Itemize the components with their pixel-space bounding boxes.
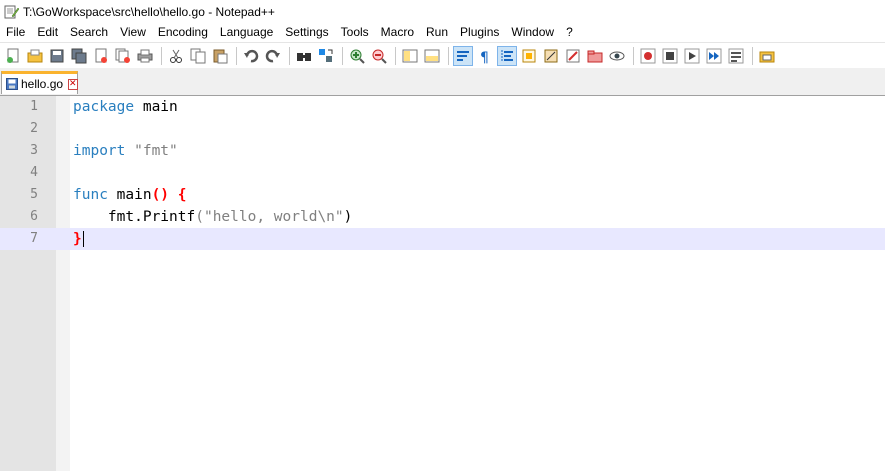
new-file-icon[interactable]: [4, 47, 22, 65]
identifier: main: [134, 99, 178, 115]
line-text: fmt.Printf("hello, world\n"): [73, 206, 352, 228]
current-line: 7 }: [0, 228, 885, 250]
find-icon[interactable]: [295, 47, 313, 65]
function-list-icon[interactable]: [542, 47, 560, 65]
sync-vertical-icon[interactable]: [401, 47, 419, 65]
menu-view[interactable]: View: [114, 23, 152, 42]
word-wrap-icon[interactable]: [453, 46, 473, 66]
parens: (): [151, 187, 170, 203]
save-icon[interactable]: [48, 47, 66, 65]
replace-icon[interactable]: [317, 47, 335, 65]
sync-horizontal-icon[interactable]: [423, 47, 441, 65]
menu-edit[interactable]: Edit: [31, 23, 64, 42]
indent-guide-icon[interactable]: [497, 46, 517, 66]
line-number: 4: [30, 165, 38, 180]
keyword: package: [73, 99, 135, 115]
code-line: 4: [0, 162, 885, 184]
tab-label: hello.go: [21, 77, 64, 91]
tab-bar: hello.go ✕: [0, 68, 885, 96]
text-caret: [82, 231, 84, 247]
tab-hello-go[interactable]: hello.go ✕: [1, 71, 78, 94]
line-number: 7: [30, 231, 38, 246]
copy-icon[interactable]: [189, 47, 207, 65]
play-macro-icon[interactable]: [683, 47, 701, 65]
launch-in-browser-icon[interactable]: [758, 47, 776, 65]
saved-file-icon: [6, 78, 18, 90]
toolbar-separator: [448, 47, 449, 65]
code-line: 5 func main() {: [0, 184, 885, 206]
save-macro-icon[interactable]: [727, 47, 745, 65]
toolbar-separator: [395, 47, 396, 65]
line-text: func main() {: [73, 184, 187, 206]
line-text: import "fmt": [73, 140, 178, 162]
notepad-plus-plus-icon: [3, 4, 20, 20]
close-all-icon[interactable]: [114, 47, 132, 65]
string-literal: "hello, world\n": [203, 209, 344, 225]
run-macro-multiple-icon[interactable]: [705, 47, 723, 65]
toolbar-separator: [752, 47, 753, 65]
monitoring-icon[interactable]: [608, 47, 626, 65]
toolbar: ¶: [0, 42, 885, 69]
close-brace: }: [73, 231, 82, 247]
function-call: fmt.Printf: [107, 209, 196, 225]
menu-plugins[interactable]: Plugins: [454, 23, 505, 42]
menu-tools[interactable]: Tools: [335, 23, 375, 42]
menu-run[interactable]: Run: [420, 23, 454, 42]
undo-icon[interactable]: [242, 47, 260, 65]
code-line: 1 package main: [0, 96, 885, 118]
paste-icon[interactable]: [211, 47, 229, 65]
line-number: 6: [30, 209, 38, 224]
record-macro-icon[interactable]: [639, 47, 657, 65]
folder-as-workspace-icon[interactable]: [564, 47, 582, 65]
menu-help[interactable]: ?: [560, 23, 579, 42]
toolbar-separator: [236, 47, 237, 65]
cut-icon[interactable]: [167, 47, 185, 65]
menu-encoding[interactable]: Encoding: [152, 23, 214, 42]
identifier: main: [107, 187, 152, 203]
string-literal: "fmt": [125, 143, 178, 159]
open-file-icon[interactable]: [26, 47, 44, 65]
title-bar: T:\GoWorkspace\src\hello\hello.go - Note…: [0, 0, 885, 23]
toolbar-separator: [342, 47, 343, 65]
menu-macro[interactable]: Macro: [375, 23, 420, 42]
menu-file[interactable]: File: [0, 23, 31, 42]
toolbar-separator: [633, 47, 634, 65]
zoom-out-icon[interactable]: [370, 47, 388, 65]
open-brace: {: [177, 187, 187, 203]
code-line: 3 import "fmt": [0, 140, 885, 162]
menu-bar: File Edit Search View Encoding Language …: [0, 23, 885, 42]
show-all-chars-icon[interactable]: ¶: [476, 47, 494, 65]
toolbar-separator: [161, 47, 162, 65]
save-all-icon[interactable]: [70, 47, 88, 65]
code-editor[interactable]: 1 package main 2 3 import "fmt" 4 5 func…: [0, 96, 885, 471]
window-title: T:\GoWorkspace\src\hello\hello.go - Note…: [23, 4, 275, 19]
redo-icon[interactable]: [264, 47, 282, 65]
line-number: 3: [30, 143, 38, 158]
line-text: package main: [73, 96, 178, 118]
zoom-in-icon[interactable]: [348, 47, 366, 65]
folder-icon[interactable]: [586, 47, 604, 65]
menu-settings[interactable]: Settings: [279, 23, 334, 42]
paren-open: (: [195, 209, 204, 225]
code-line: 2: [0, 118, 885, 140]
menu-window[interactable]: Window: [505, 23, 560, 42]
tab-close-icon[interactable]: ✕: [68, 78, 78, 90]
toolbar-separator: [289, 47, 290, 65]
line-number: 2: [30, 121, 38, 136]
print-icon[interactable]: [136, 47, 154, 65]
line-text: }: [73, 228, 84, 250]
document-map-icon[interactable]: [520, 47, 538, 65]
menu-language[interactable]: Language: [214, 23, 279, 42]
stop-record-icon[interactable]: [661, 47, 679, 65]
paren-close: ): [343, 209, 353, 225]
svg-text:¶: ¶: [480, 50, 489, 64]
line-number: 1: [30, 99, 38, 114]
code-line: 6 fmt.Printf("hello, world\n"): [0, 206, 885, 228]
keyword: func: [73, 187, 108, 203]
keyword: import: [73, 143, 126, 159]
line-number: 5: [30, 187, 38, 202]
menu-search[interactable]: Search: [64, 23, 114, 42]
close-icon[interactable]: [92, 47, 110, 65]
